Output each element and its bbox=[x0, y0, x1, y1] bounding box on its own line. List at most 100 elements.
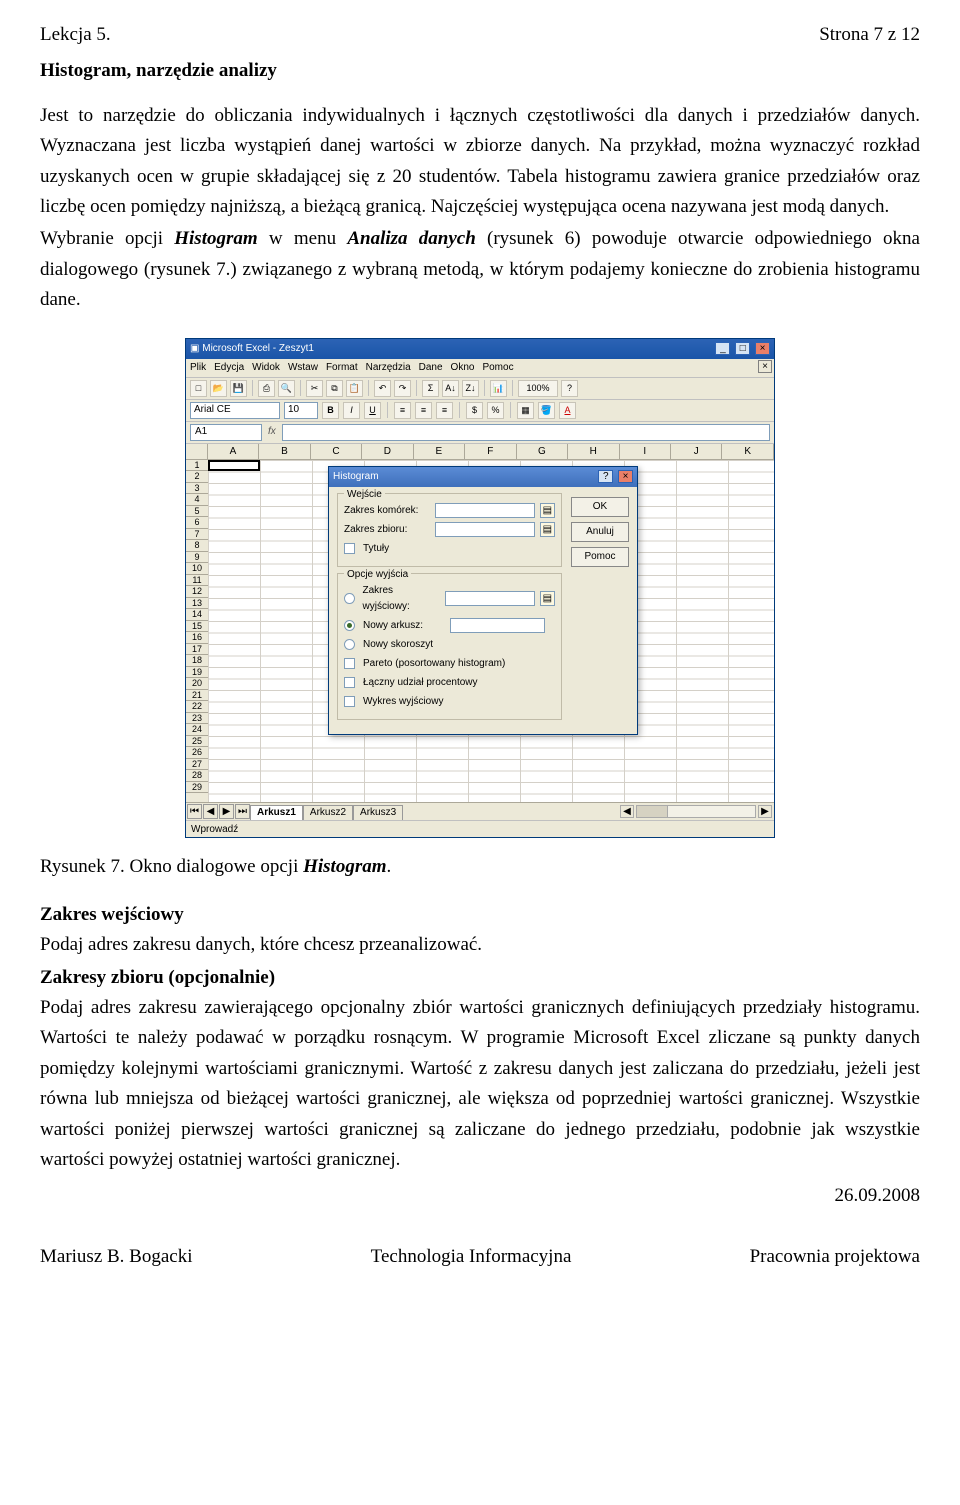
borders-icon[interactable]: ▦ bbox=[517, 402, 534, 419]
help-button[interactable]: Pomoc bbox=[571, 547, 629, 567]
col-header[interactable]: D bbox=[362, 444, 413, 459]
input-zakres-zbioru[interactable] bbox=[435, 522, 535, 537]
currency-icon[interactable]: $ bbox=[466, 402, 483, 419]
tab-first-icon[interactable]: ⏮ bbox=[187, 804, 202, 819]
refpicker-icon[interactable]: ▤ bbox=[540, 522, 555, 537]
radio-nowy-arkusz[interactable] bbox=[344, 620, 355, 631]
inner-close-icon[interactable]: × bbox=[758, 360, 772, 373]
checkbox-pareto[interactable] bbox=[344, 658, 355, 669]
row-header[interactable]: 9 bbox=[186, 552, 208, 564]
sheet-tab-1[interactable]: Arkusz1 bbox=[250, 805, 303, 820]
refpicker-icon[interactable]: ▤ bbox=[540, 503, 555, 518]
undo-icon[interactable]: ↶ bbox=[374, 380, 391, 397]
row-header[interactable]: 4 bbox=[186, 494, 208, 506]
checkbox-tytuly[interactable] bbox=[344, 543, 355, 554]
row-header[interactable]: 2 bbox=[186, 471, 208, 483]
cells-area[interactable]: Histogram ? × OK Anuluj Pomoc bbox=[208, 460, 774, 802]
radio-nowy-skoroszyt[interactable] bbox=[344, 639, 355, 650]
row-header[interactable]: 11 bbox=[186, 575, 208, 587]
checkbox-laczny[interactable] bbox=[344, 677, 355, 688]
row-header[interactable]: 26 bbox=[186, 747, 208, 759]
row-header[interactable]: 22 bbox=[186, 701, 208, 713]
print-icon[interactable]: ⎙ bbox=[258, 380, 275, 397]
row-header[interactable]: 15 bbox=[186, 621, 208, 633]
sum-icon[interactable]: Σ bbox=[422, 380, 439, 397]
save-icon[interactable]: 💾 bbox=[230, 380, 247, 397]
align-right-icon[interactable]: ≡ bbox=[436, 402, 453, 419]
sort-asc-icon[interactable]: A↓ bbox=[442, 380, 459, 397]
col-header[interactable]: G bbox=[517, 444, 568, 459]
menu-wstaw[interactable]: Wstaw bbox=[288, 360, 318, 376]
chart-icon[interactable]: 📊 bbox=[490, 380, 507, 397]
row-header[interactable]: 25 bbox=[186, 736, 208, 748]
col-header[interactable]: I bbox=[620, 444, 671, 459]
row-header[interactable]: 8 bbox=[186, 540, 208, 552]
row-header[interactable]: 12 bbox=[186, 586, 208, 598]
row-header[interactable]: 13 bbox=[186, 598, 208, 610]
close-icon[interactable]: × bbox=[755, 342, 770, 355]
sheet-tab-3[interactable]: Arkusz3 bbox=[353, 805, 403, 820]
preview-icon[interactable]: 🔍 bbox=[278, 380, 295, 397]
row-header[interactable]: 3 bbox=[186, 483, 208, 495]
new-icon[interactable]: □ bbox=[190, 380, 207, 397]
checkbox-wykres[interactable] bbox=[344, 696, 355, 707]
row-header[interactable]: 27 bbox=[186, 759, 208, 771]
tab-next-icon[interactable]: ▶ bbox=[219, 804, 234, 819]
tab-prev-icon[interactable]: ◀ bbox=[203, 804, 218, 819]
input-zakres-komorek[interactable] bbox=[435, 503, 535, 518]
col-header[interactable]: A bbox=[208, 444, 259, 459]
cut-icon[interactable]: ✂ bbox=[306, 380, 323, 397]
menu-edycja[interactable]: Edycja bbox=[214, 360, 244, 376]
row-header[interactable]: 21 bbox=[186, 690, 208, 702]
font-size-select[interactable]: 10 bbox=[284, 402, 318, 419]
tab-last-icon[interactable]: ⏭ bbox=[235, 804, 250, 819]
row-header[interactable]: 17 bbox=[186, 644, 208, 656]
row-header[interactable]: 19 bbox=[186, 667, 208, 679]
maximize-icon[interactable]: □ bbox=[735, 342, 750, 355]
menu-dane[interactable]: Dane bbox=[419, 360, 443, 376]
row-header[interactable]: 10 bbox=[186, 563, 208, 575]
row-header[interactable]: 29 bbox=[186, 782, 208, 794]
name-box[interactable]: A1 bbox=[190, 424, 262, 441]
col-header[interactable]: C bbox=[311, 444, 362, 459]
help-icon[interactable]: ? bbox=[561, 380, 578, 397]
align-center-icon[interactable]: ≡ bbox=[415, 402, 432, 419]
copy-icon[interactable]: ⧉ bbox=[326, 380, 343, 397]
row-header[interactable]: 5 bbox=[186, 506, 208, 518]
menu-narzedzia[interactable]: Narzędzia bbox=[366, 360, 411, 376]
menu-format[interactable]: Format bbox=[326, 360, 358, 376]
sheet-tab-2[interactable]: Arkusz2 bbox=[303, 805, 353, 820]
col-header[interactable]: B bbox=[259, 444, 310, 459]
radio-zakres-wyjsciowy[interactable] bbox=[344, 593, 355, 604]
menu-pomoc[interactable]: Pomoc bbox=[482, 360, 513, 376]
row-header[interactable]: 20 bbox=[186, 678, 208, 690]
open-icon[interactable]: 📂 bbox=[210, 380, 227, 397]
active-cell[interactable] bbox=[208, 460, 260, 472]
row-header[interactable]: 7 bbox=[186, 529, 208, 541]
menu-okno[interactable]: Okno bbox=[451, 360, 475, 376]
horizontal-scroll[interactable]: ◀ ▶ bbox=[403, 805, 774, 818]
zoom-box[interactable]: 100% bbox=[518, 380, 558, 397]
ok-button[interactable]: OK bbox=[571, 497, 629, 517]
font-name-select[interactable]: Arial CE bbox=[190, 402, 280, 419]
row-header[interactable]: 1 bbox=[186, 460, 208, 472]
paste-icon[interactable]: 📋 bbox=[346, 380, 363, 397]
input-nowy-arkusz[interactable] bbox=[450, 618, 545, 633]
col-header[interactable]: K bbox=[722, 444, 773, 459]
row-header[interactable]: 28 bbox=[186, 770, 208, 782]
row-header[interactable]: 16 bbox=[186, 632, 208, 644]
col-header[interactable]: H bbox=[568, 444, 619, 459]
underline-icon[interactable]: U bbox=[364, 402, 381, 419]
cancel-button[interactable]: Anuluj bbox=[571, 522, 629, 542]
select-all-corner[interactable] bbox=[186, 444, 208, 459]
dialog-close-icon[interactable]: × bbox=[618, 470, 633, 483]
redo-icon[interactable]: ↷ bbox=[394, 380, 411, 397]
fx-icon[interactable]: fx bbox=[268, 424, 276, 440]
row-header[interactable]: 6 bbox=[186, 517, 208, 529]
fill-color-icon[interactable]: 🪣 bbox=[538, 402, 555, 419]
col-header[interactable]: E bbox=[414, 444, 465, 459]
minimize-icon[interactable]: _ bbox=[715, 342, 730, 355]
bold-icon[interactable]: B bbox=[322, 402, 339, 419]
menu-widok[interactable]: Widok bbox=[252, 360, 280, 376]
menu-plik[interactable]: Plik bbox=[190, 360, 206, 376]
